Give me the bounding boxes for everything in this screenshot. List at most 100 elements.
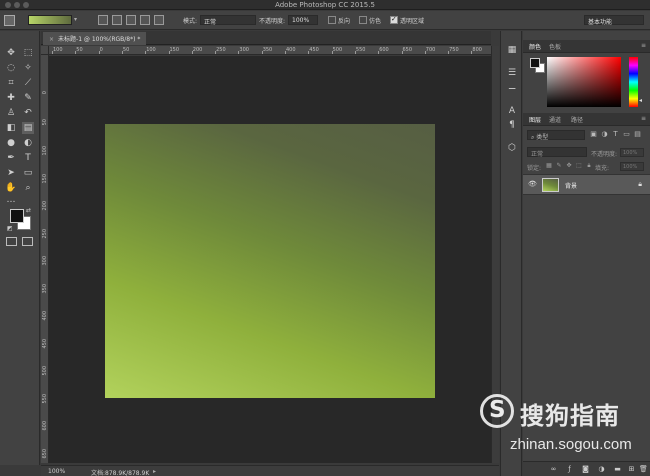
lock-position-icon[interactable]: ✥ bbox=[565, 162, 573, 170]
watermark-url: zhinan.sogou.com bbox=[510, 436, 632, 453]
ruler-origin[interactable] bbox=[41, 46, 49, 55]
filter-smart-object-icon[interactable]: ▤ bbox=[633, 130, 642, 139]
tab-color[interactable]: 颜色 bbox=[529, 42, 541, 51]
tab-swatches[interactable]: 色板 bbox=[549, 42, 561, 51]
tab-channels[interactable]: 通道 bbox=[549, 115, 561, 124]
color-panel-menu-icon[interactable]: ≡ bbox=[641, 42, 646, 49]
hue-slider-caret-icon[interactable]: ◂ bbox=[639, 97, 642, 104]
default-colors-icon[interactable]: ◩ bbox=[7, 225, 13, 232]
layer-opacity-input[interactable]: 100% bbox=[620, 148, 644, 157]
hue-slider[interactable] bbox=[629, 57, 638, 107]
shape-tool-icon[interactable]: ▭ bbox=[22, 167, 34, 179]
reverse-checkbox[interactable] bbox=[328, 16, 336, 24]
layer-thumbnail bbox=[542, 178, 559, 192]
dither-checkbox[interactable] bbox=[359, 16, 367, 24]
mode-select[interactable]: 正常 bbox=[200, 15, 256, 26]
angle-gradient-button[interactable] bbox=[126, 15, 136, 25]
lasso-tool-icon[interactable]: ◌ bbox=[5, 62, 17, 74]
fill-label: 填充: bbox=[595, 165, 610, 172]
history-brush-tool-icon[interactable]: ↶ bbox=[22, 107, 34, 119]
lock-image-icon[interactable]: ✎ bbox=[555, 162, 563, 170]
ruler-top-tick bbox=[191, 51, 193, 54]
lock-all-icon[interactable]: 🔒︎ bbox=[585, 162, 593, 170]
fill-input[interactable]: 100% bbox=[620, 162, 644, 171]
diamond-gradient-button[interactable] bbox=[154, 15, 164, 25]
ruler-top-label: 800 bbox=[472, 47, 482, 53]
character-panel-icon[interactable]: A bbox=[506, 105, 518, 117]
paragraph-panel-icon[interactable]: ¶ bbox=[506, 119, 518, 131]
window-title: Adobe Photoshop CC 2015.5 bbox=[275, 1, 375, 9]
blend-mode-select[interactable]: 正常 bbox=[527, 147, 587, 158]
linear-gradient-button[interactable] bbox=[98, 15, 108, 25]
ruler-left-label: 450 bbox=[42, 338, 48, 349]
horizontal-ruler[interactable]: 100 50 0 50 100 150 200 250 300 350 400 450 500 550 60… bbox=[49, 46, 491, 55]
healing-brush-tool-icon[interactable]: ✚ bbox=[5, 92, 17, 104]
ruler-top-tick bbox=[121, 51, 123, 54]
tab-layers[interactable]: 图层 bbox=[529, 115, 541, 124]
eraser-tool-icon[interactable]: ◧ bbox=[5, 122, 17, 134]
mode-label: 模式: bbox=[183, 18, 198, 25]
vertical-ruler[interactable]: 0 50 100 150 200 250 300 350 400 450 500 550 600 650 bbox=[41, 55, 49, 463]
canvas-workspace[interactable] bbox=[49, 56, 491, 463]
filter-type-icon[interactable]: T bbox=[611, 130, 620, 139]
hand-tool-icon[interactable]: ✋ bbox=[5, 182, 17, 194]
close-tab-icon[interactable]: × bbox=[49, 36, 54, 43]
radial-gradient-button[interactable] bbox=[112, 15, 122, 25]
marquee-tool-icon[interactable]: ⬚ bbox=[22, 47, 34, 59]
ruler-top-tick bbox=[354, 51, 356, 54]
ruler-left-label: 600 bbox=[42, 421, 48, 431]
pen-tool-icon[interactable]: ✒ bbox=[5, 152, 17, 164]
gradient-tool-preset-icon[interactable] bbox=[4, 15, 15, 26]
filter-pixel-icon[interactable]: ▣ bbox=[589, 130, 598, 139]
zoom-tool-icon[interactable]: ⌕ bbox=[22, 182, 34, 194]
opacity-input[interactable]: 100% bbox=[288, 15, 318, 25]
move-tool-icon[interactable]: ✥ bbox=[5, 47, 17, 59]
ruler-left-label: 100 bbox=[42, 146, 48, 156]
swap-colors-icon[interactable]: ⇄ bbox=[26, 207, 31, 214]
layer-opacity-label: 不透明度: bbox=[591, 151, 618, 158]
layer-filter-select[interactable]: ⌕ 类型 bbox=[527, 130, 585, 141]
eye-icon[interactable]: 👁︎ bbox=[528, 180, 537, 188]
path-selection-tool-icon[interactable]: ➤ bbox=[5, 167, 17, 179]
ruler-top-tick bbox=[378, 51, 380, 54]
document-tab[interactable]: × 未标题-1 @ 100%(RGB/8*) * bbox=[43, 32, 147, 45]
clone-stamp-tool-icon[interactable]: ♙ bbox=[5, 107, 17, 119]
screen-mode-icon[interactable] bbox=[22, 237, 33, 246]
type-tool-icon[interactable]: T bbox=[22, 152, 34, 164]
document-canvas[interactable] bbox=[105, 124, 435, 398]
ruler-top-tick bbox=[285, 51, 286, 54]
status-menu-arrow-icon[interactable]: ▸ bbox=[153, 468, 156, 475]
dodge-tool-icon[interactable]: ◐ bbox=[22, 137, 34, 149]
lock-transparent-icon[interactable]: ▦ bbox=[545, 162, 553, 170]
layer-name[interactable]: 背景 bbox=[565, 181, 577, 190]
workspace-select[interactable]: 基本功能 bbox=[584, 15, 644, 26]
status-bar: 100% 文档:878.9K/878.9K ▸ bbox=[41, 465, 499, 476]
crop-tool-icon[interactable]: ⌗ bbox=[5, 77, 17, 89]
history-panel-icon[interactable]: ▦ bbox=[506, 44, 518, 56]
transparency-checkbox[interactable] bbox=[390, 15, 398, 24]
panel-foreground-swatch[interactable] bbox=[530, 58, 540, 68]
adjustments-panel-icon[interactable]: ⚊ bbox=[506, 81, 518, 93]
more-tools-icon[interactable]: … bbox=[5, 194, 17, 206]
filter-adjustment-icon[interactable]: ◑ bbox=[600, 130, 609, 139]
properties-panel-icon[interactable]: ☰ bbox=[506, 67, 518, 79]
zoom-level[interactable]: 100% bbox=[48, 468, 65, 475]
blur-tool-icon[interactable]: ● bbox=[5, 137, 17, 149]
reflected-gradient-button[interactable] bbox=[140, 15, 150, 25]
magic-wand-tool-icon[interactable]: ✧ bbox=[22, 62, 34, 74]
lock-artboard-icon[interactable]: ⬚ bbox=[575, 162, 583, 170]
gradient-preview[interactable] bbox=[28, 15, 72, 25]
quick-mask-icon[interactable] bbox=[6, 237, 17, 246]
3d-panel-icon[interactable]: ⬡ bbox=[506, 142, 518, 154]
filter-shape-icon[interactable]: ▭ bbox=[622, 130, 631, 139]
brush-tool-icon[interactable]: ✎ bbox=[22, 92, 34, 104]
eyedropper-tool-icon[interactable]: ⟋ bbox=[22, 77, 34, 89]
ruler-top-label: 150 bbox=[169, 47, 180, 53]
color-field[interactable] bbox=[547, 57, 621, 107]
gradient-picker-chevron-icon[interactable]: ▾ bbox=[74, 16, 77, 23]
layers-panel-menu-icon[interactable]: ≡ bbox=[641, 115, 646, 122]
foreground-color-swatch[interactable] bbox=[10, 209, 24, 223]
tab-paths[interactable]: 路径 bbox=[571, 115, 583, 124]
layer-row[interactable]: 👁︎ 背景 🔒︎ bbox=[523, 174, 650, 195]
gradient-tool-icon[interactable]: ▤ bbox=[22, 122, 34, 134]
